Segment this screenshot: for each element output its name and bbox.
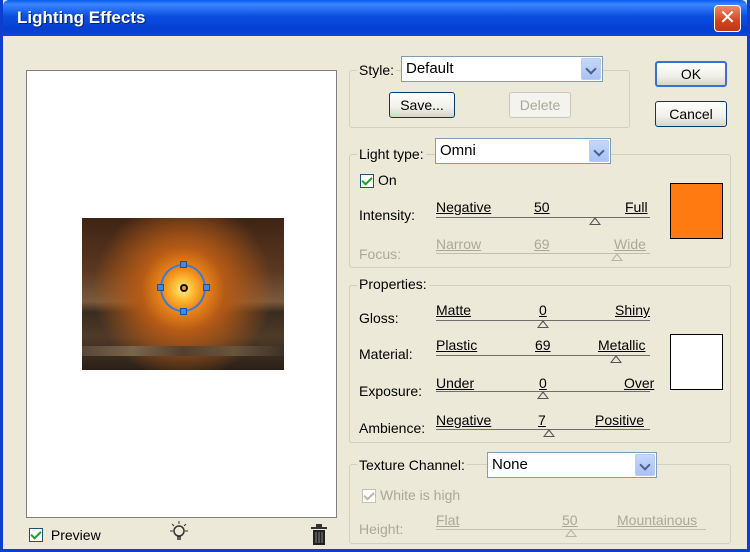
light-type-label: Light type:	[357, 146, 426, 162]
height-max-label: Mountainous	[617, 512, 698, 528]
close-button[interactable]: ✕	[714, 5, 741, 32]
height-min-label: Flat	[436, 512, 460, 528]
intensity-value: 50	[534, 199, 550, 215]
intensity-label: Intensity:	[359, 207, 416, 223]
focus-label: Focus:	[359, 246, 402, 262]
ambience-label: Ambience:	[359, 420, 426, 436]
light-handle-bottom[interactable]	[180, 308, 187, 315]
focus-max-label: Wide	[614, 236, 646, 252]
focus-min-label: Narrow	[436, 236, 482, 252]
lighting-effects-dialog: Lighting Effects ✕ Preview Style: Defaul…	[0, 0, 750, 552]
height-label: Height:	[359, 521, 404, 537]
preview-pane[interactable]	[26, 70, 337, 518]
chevron-down-icon[interactable]	[635, 454, 655, 476]
light-type-value: Omni	[440, 142, 476, 159]
properties-title: Properties:	[357, 276, 429, 292]
cancel-button[interactable]: Cancel	[655, 101, 727, 127]
ambience-slider-thumb[interactable]	[543, 429, 555, 437]
gloss-value: 0	[539, 302, 547, 318]
texture-channel-select[interactable]: None	[487, 452, 657, 478]
intensity-max-label: Full	[625, 199, 648, 215]
focus-slider-thumb	[611, 253, 623, 261]
texture-channel-label: Texture Channel:	[357, 457, 467, 473]
save-button[interactable]: Save...	[389, 92, 455, 118]
properties-color-swatch[interactable]	[670, 334, 723, 390]
focus-value: 69	[534, 236, 550, 252]
ambience-min-label: Negative	[436, 412, 492, 428]
style-select-value: Default	[406, 60, 454, 77]
gloss-label: Gloss:	[359, 310, 399, 326]
material-min-label: Plastic	[436, 337, 478, 353]
white-is-high-label: White is high	[380, 487, 461, 503]
chevron-down-icon[interactable]	[581, 58, 601, 80]
preview-label: Preview	[50, 527, 101, 544]
light-handle-left[interactable]	[157, 284, 164, 291]
preview-checkbox[interactable]	[29, 528, 43, 543]
intensity-slider-thumb[interactable]	[589, 217, 601, 225]
white-is-high-checkbox	[362, 489, 376, 503]
exposure-min-label: Under	[436, 375, 475, 391]
window-title: Lighting Effects	[17, 8, 146, 27]
preview-shoreline	[82, 346, 284, 356]
exposure-value: 0	[539, 375, 547, 391]
height-value: 50	[562, 512, 578, 528]
gloss-min-label: Matte	[436, 302, 472, 318]
light-handle-top[interactable]	[180, 261, 187, 268]
light-bulb-icon[interactable]	[168, 520, 190, 547]
exposure-label: Exposure:	[359, 383, 423, 399]
light-handle-right[interactable]	[203, 284, 210, 291]
trash-icon[interactable]	[310, 524, 328, 549]
ambience-value: 7	[538, 412, 546, 428]
material-label: Material:	[359, 346, 413, 362]
material-value: 69	[535, 337, 551, 353]
light-on-checkbox[interactable]	[360, 174, 374, 188]
light-center-handle[interactable]	[180, 284, 188, 292]
style-label: Style:	[357, 62, 397, 78]
height-slider-thumb	[565, 529, 577, 537]
material-max-label: Metallic	[598, 337, 646, 353]
ambience-max-label: Positive	[595, 412, 645, 428]
material-slider-thumb[interactable]	[610, 355, 622, 363]
intensity-min-label: Negative	[436, 199, 492, 215]
exposure-max-label: Over	[624, 375, 655, 391]
chevron-down-icon[interactable]	[589, 140, 609, 162]
texture-channel-value: None	[492, 456, 528, 473]
title-bar[interactable]: Lighting Effects ✕	[3, 0, 747, 36]
light-on-label: On	[378, 172, 397, 188]
gloss-max-label: Shiny	[615, 302, 651, 318]
exposure-slider-thumb[interactable]	[537, 391, 549, 399]
preview-control[interactable]: Preview	[29, 526, 101, 543]
delete-button: Delete	[509, 92, 571, 118]
light-type-select[interactable]: Omni	[435, 138, 611, 164]
gloss-slider-thumb[interactable]	[537, 320, 549, 328]
ok-button[interactable]: OK	[655, 61, 727, 87]
style-select[interactable]: Default	[401, 56, 603, 82]
intensity-slider-track[interactable]	[436, 217, 650, 218]
preview-image[interactable]	[82, 218, 284, 370]
light-color-swatch[interactable]	[670, 183, 723, 239]
